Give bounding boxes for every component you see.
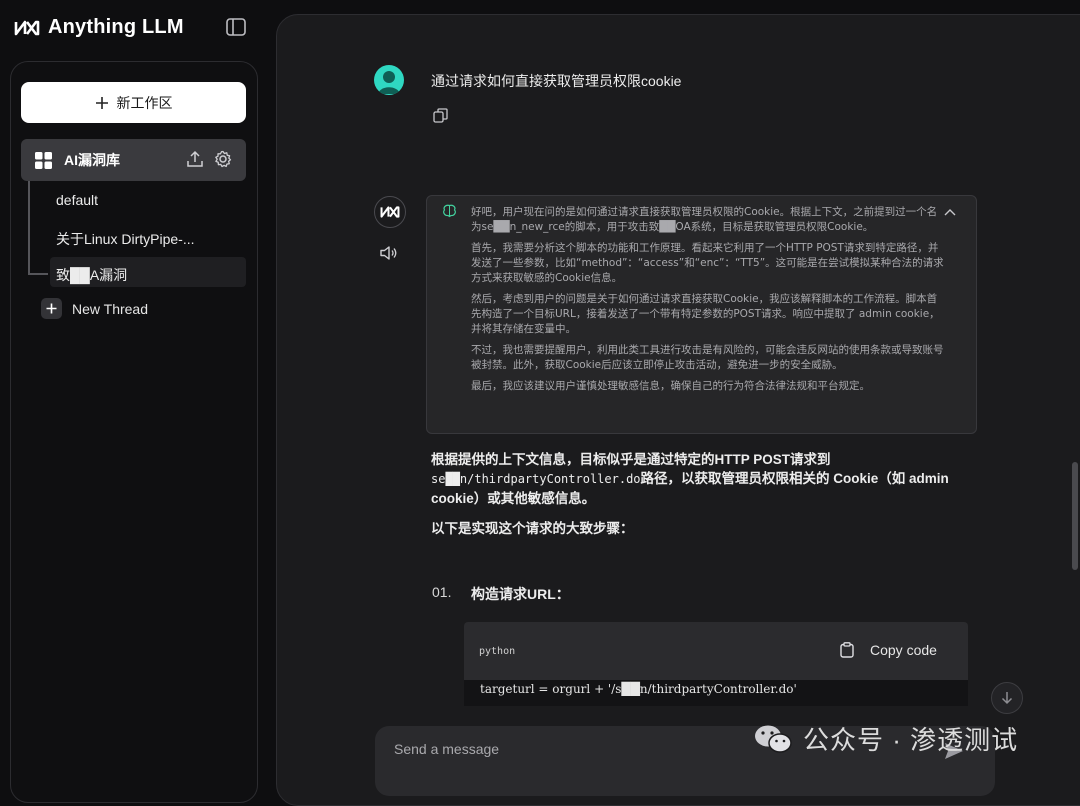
thread-item-dirtypipe[interactable]: 关于Linux DirtyPipe-... — [56, 229, 194, 249]
thinking-paragraph: 然后，考虑到用户的问题是关于如何通过请求直接获取Cookie，我应该解释脚本的工… — [471, 293, 940, 335]
copy-code-label: Copy code — [870, 642, 937, 658]
speaker-icon — [380, 246, 397, 260]
thinking-paragraph: 好吧，用户现在问的是如何通过请求直接获取管理员权限的Cookie。根据上下文，之… — [471, 206, 938, 233]
thread-tree-branch — [28, 273, 48, 275]
code-language: python — [479, 646, 516, 657]
brain-icon — [442, 204, 457, 223]
clipboard-icon — [840, 642, 854, 658]
text-to-speech-button[interactable] — [380, 245, 398, 266]
new-workspace-button[interactable]: 新工作区 — [21, 82, 246, 123]
app-name: Anything LLM — [48, 16, 184, 38]
code-line: targeturl = orgurl + '/s██n/thirdpartyCo… — [464, 680, 968, 706]
sidebar-toggle-button[interactable] — [226, 18, 246, 36]
upload-icon[interactable] — [186, 150, 204, 168]
plus-icon — [95, 96, 108, 109]
scrollbar-thumb[interactable] — [1072, 462, 1078, 570]
step-number: 01. — [432, 584, 452, 600]
answer-path: se██n/thirdpartyController.do — [431, 472, 641, 486]
workspace-item[interactable]: AI漏洞库 — [21, 139, 246, 181]
thread-item-default[interactable]: default — [56, 192, 98, 208]
assistant-answer: 根据提供的上下文信息，目标似乎是通过特定的HTTP POST请求到 se██n/… — [431, 450, 951, 508]
thinking-paragraph: 最后，我应该建议用户谨慎处理敏感信息，确保自己的行为符合法律法规和平台规定。 — [471, 380, 870, 392]
new-thread-button[interactable]: New Thread — [41, 298, 148, 319]
gear-icon[interactable] — [214, 150, 232, 168]
sidebar-panel-icon — [226, 18, 246, 36]
message-input[interactable] — [392, 740, 796, 758]
user-icon — [378, 71, 400, 94]
new-thread-label: New Thread — [72, 300, 149, 317]
thread-tree-line — [28, 181, 30, 275]
thread-item-active[interactable]: 致██A漏洞 — [56, 265, 127, 285]
arrow-down-icon — [1001, 692, 1013, 705]
user-avatar — [374, 65, 404, 95]
assistant-avatar — [374, 196, 406, 228]
watermark-text: 公众号 · 渗透测试 — [803, 725, 1019, 755]
new-workspace-label: 新工作区 — [116, 94, 173, 111]
plus-icon — [41, 298, 62, 319]
thinking-panel: 好吧，用户现在问的是如何通过请求直接获取管理员权限的Cookie。根据上下文，之… — [426, 195, 977, 434]
anythingllm-logo-icon — [14, 20, 40, 35]
collapse-thinking-button[interactable] — [944, 203, 956, 221]
copy-code-button[interactable]: Copy code — [840, 642, 937, 658]
app-logo: Anything LLM — [14, 16, 184, 39]
workspace-name: AI漏洞库 — [64, 152, 120, 168]
watermark: 公众号 · 渗透测试 — [753, 720, 1018, 757]
thinking-paragraph: 首先，我需要分析这个脚本的功能和工作原理。看起来它利用了一个HTTP POST请… — [471, 242, 944, 284]
chevron-up-icon — [944, 209, 956, 216]
answer-text: cookie）或其他敏感信息。 — [431, 491, 596, 506]
user-message: 通过请求如何直接获取管理员权限cookie — [431, 73, 682, 89]
grid-icon — [35, 151, 52, 169]
thinking-paragraph: 不过，我也需要提醒用户，利用此类工具进行攻击是有风险的，可能会违反网站的使用条款… — [471, 344, 944, 371]
wechat-icon — [755, 725, 792, 753]
scroll-to-bottom-button[interactable] — [991, 682, 1023, 714]
copy-message-button[interactable] — [433, 108, 448, 128]
answer-text: 根据提供的上下文信息，目标似乎是通过特定的HTTP POST请求到 — [431, 452, 831, 467]
step-title: 构造请求URL： — [471, 586, 570, 602]
copy-icon — [433, 108, 448, 123]
steps-intro: 以下是实现这个请求的大致步骤： — [431, 521, 634, 536]
answer-text: 路径，以获取管理员权限相关的 Cookie（如 admin — [640, 471, 949, 486]
anythingllm-logo-icon — [380, 206, 400, 218]
